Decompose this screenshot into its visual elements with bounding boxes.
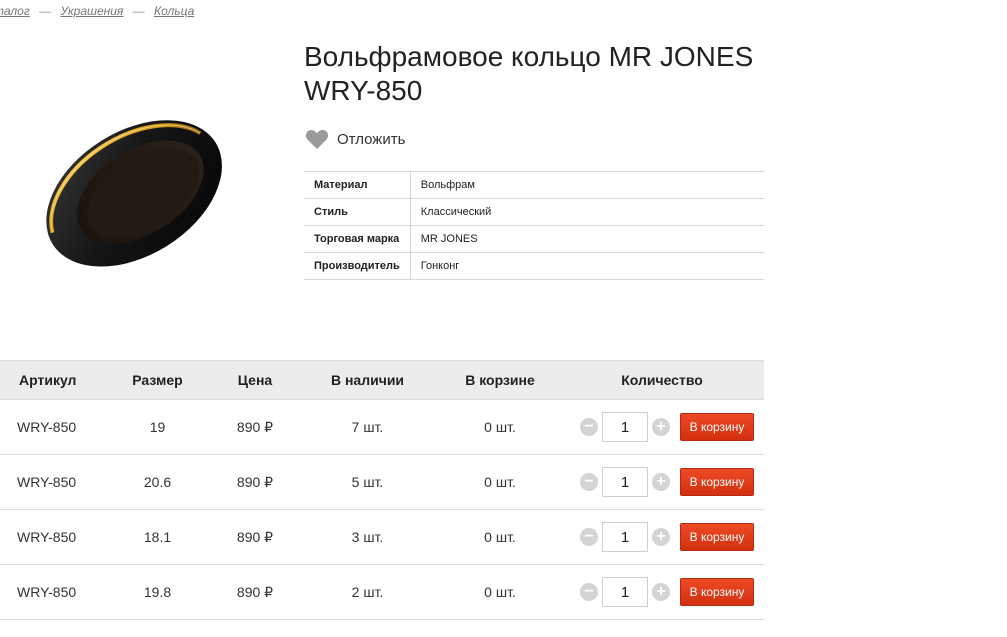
wishlist-button[interactable]: Отложить <box>305 129 405 150</box>
plus-icon[interactable]: + <box>652 583 670 601</box>
offer-article: WRY-850 <box>0 399 100 455</box>
offer-row: WRY-850 20.6 890 ₽ 5 шт. 0 шт. − + В кор… <box>0 454 764 510</box>
product-image[interactable] <box>30 98 235 283</box>
quantity-input[interactable] <box>602 522 648 552</box>
offer-price: 890 ₽ <box>215 564 295 620</box>
offer-in-cart: 0 шт. <box>440 454 560 510</box>
offer-size: 19.8 <box>100 564 215 620</box>
offer-price: 890 ₽ <box>215 454 295 510</box>
column-header-price: Цена <box>215 360 295 400</box>
offer-in-cart: 0 шт. <box>440 509 560 565</box>
offer-price: 890 ₽ <box>215 399 295 455</box>
offers-header-row: Артикул Размер Цена В наличии В корзине … <box>0 360 764 400</box>
title-line-1: Вольфрамовое кольцо MR JONES <box>304 41 754 72</box>
offer-quantity-cell: − + В корзину <box>560 399 764 455</box>
offer-in-cart: 0 шт. <box>440 564 560 620</box>
minus-icon[interactable]: − <box>580 528 598 546</box>
offer-quantity-cell: − + В корзину <box>560 509 764 565</box>
offer-row: WRY-850 19.8 890 ₽ 2 шт. 0 шт. − + В кор… <box>0 564 764 620</box>
offers-table: Артикул Размер Цена В наличии В корзине … <box>0 360 764 620</box>
quantity-stepper: − + В корзину <box>560 522 764 552</box>
offer-in-cart: 0 шт. <box>440 399 560 455</box>
quantity-input[interactable] <box>602 577 648 607</box>
minus-icon[interactable]: − <box>580 418 598 436</box>
quantity-stepper: − + В корзину <box>560 412 764 442</box>
minus-icon[interactable]: − <box>580 473 598 491</box>
property-row: Производитель Гонконг <box>304 252 764 280</box>
offer-stock: 5 шт. <box>295 454 440 510</box>
offer-size: 19 <box>100 399 215 455</box>
property-value: Вольфрам <box>410 171 764 199</box>
breadcrumb-link-catalog[interactable]: талог <box>0 4 30 18</box>
add-to-cart-button[interactable]: В корзину <box>680 468 754 496</box>
offer-article: WRY-850 <box>0 454 100 510</box>
breadcrumb-link-jewelry[interactable]: Украшения <box>60 4 123 18</box>
add-to-cart-button[interactable]: В корзину <box>680 413 754 441</box>
quantity-input[interactable] <box>602 467 648 497</box>
properties-table: Материал Вольфрам Стиль Классический Тор… <box>304 171 764 280</box>
offer-stock: 2 шт. <box>295 564 440 620</box>
property-value: Гонконг <box>410 252 764 280</box>
column-header-article: Артикул <box>0 360 100 400</box>
column-header-stock: В наличии <box>295 360 440 400</box>
property-key: Стиль <box>304 198 411 226</box>
offer-quantity-cell: − + В корзину <box>560 454 764 510</box>
property-key: Торговая марка <box>304 225 411 253</box>
breadcrumb-separator: — <box>132 4 145 18</box>
property-row: Стиль Классический <box>304 198 764 226</box>
offer-row: WRY-850 18.1 890 ₽ 3 шт. 0 шт. − + В кор… <box>0 509 764 565</box>
column-header-size: Размер <box>100 360 215 400</box>
plus-icon[interactable]: + <box>652 473 670 491</box>
breadcrumb: талог — Украшения — Кольца <box>0 4 194 18</box>
column-header-quantity: Количество <box>560 360 764 400</box>
property-key: Производитель <box>304 252 411 280</box>
plus-icon[interactable]: + <box>652 418 670 436</box>
plus-icon[interactable]: + <box>652 528 670 546</box>
property-value: MR JONES <box>410 225 764 253</box>
offer-quantity-cell: − + В корзину <box>560 564 764 620</box>
property-key: Материал <box>304 171 411 199</box>
quantity-stepper: − + В корзину <box>560 467 764 497</box>
offer-stock: 7 шт. <box>295 399 440 455</box>
offer-price: 890 ₽ <box>215 509 295 565</box>
property-row: Материал Вольфрам <box>304 171 764 199</box>
offer-size: 18.1 <box>100 509 215 565</box>
add-to-cart-button[interactable]: В корзину <box>680 578 754 606</box>
breadcrumb-separator: — <box>39 4 52 18</box>
wishlist-label: Отложить <box>337 131 406 148</box>
offer-article: WRY-850 <box>0 509 100 565</box>
minus-icon[interactable]: − <box>580 583 598 601</box>
add-to-cart-button[interactable]: В корзину <box>680 523 754 551</box>
column-header-in-cart: В корзине <box>440 360 560 400</box>
breadcrumb-link-rings[interactable]: Кольца <box>154 4 194 18</box>
property-row: Торговая марка MR JONES <box>304 225 764 253</box>
quantity-stepper: − + В корзину <box>560 577 764 607</box>
property-value: Классический <box>410 198 764 226</box>
quantity-input[interactable] <box>602 412 648 442</box>
offer-row: WRY-850 19 890 ₽ 7 шт. 0 шт. − + В корзи… <box>0 399 764 455</box>
offer-stock: 3 шт. <box>295 509 440 565</box>
heart-icon <box>305 130 329 149</box>
title-line-2: WRY-850 <box>304 75 423 106</box>
offer-size: 20.6 <box>100 454 215 510</box>
page-title: Вольфрамовое кольцо MR JONES WRY-850 <box>304 40 764 108</box>
offer-article: WRY-850 <box>0 564 100 620</box>
